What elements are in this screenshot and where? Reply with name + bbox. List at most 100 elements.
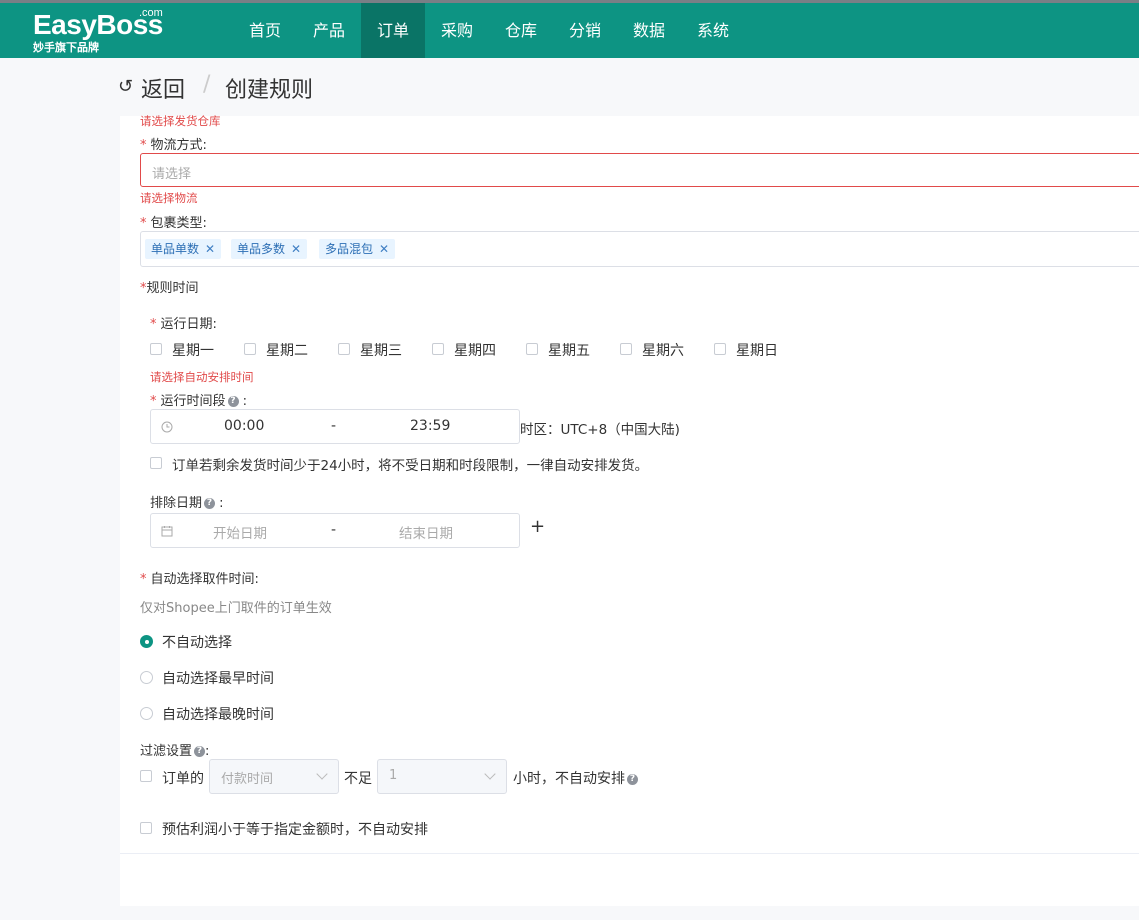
start-date-placeholder[interactable]: 开始日期 xyxy=(213,522,267,542)
time-start[interactable]: 00:00 xyxy=(224,418,264,434)
earliest-time-label: 自动选择最早时间 xyxy=(162,671,274,687)
top-navbar: EasyBoss .com 妙手旗下品牌 首页 产品 订单 采购 仓库 分销 数… xyxy=(0,3,1139,58)
back-arrow-icon[interactable]: ↺ xyxy=(118,76,133,97)
required-mark: * xyxy=(140,572,147,587)
page-title: 创建规则 xyxy=(225,78,314,103)
time-end[interactable]: 23:59 xyxy=(410,418,450,434)
checkbox-wednesday[interactable] xyxy=(338,343,350,355)
logo-subtitle: 妙手旗下品牌 xyxy=(33,41,99,54)
tuesday-label: 星期二 xyxy=(266,343,308,359)
calendar-icon xyxy=(161,526,173,537)
filter-suffix-text: 小时，不自动安排 xyxy=(513,771,625,787)
nav-products[interactable]: 产品 xyxy=(297,3,361,58)
rule-time-label: *规则时间 xyxy=(140,277,199,296)
back-link[interactable]: 返回 xyxy=(141,72,185,104)
exclude-date-label: 排除日期? : xyxy=(150,492,224,511)
tag-label: 单品多数 xyxy=(237,242,286,256)
run-date-error: 请选择自动安排时间 xyxy=(150,370,254,384)
easyboss-logo[interactable]: EasyBoss .com 妙手旗下品牌 xyxy=(33,7,163,55)
checkbox-thursday[interactable] xyxy=(432,343,444,355)
tag-multi-item-mixed: 多品混包 ✕ xyxy=(319,239,396,259)
add-exclude-date-button[interactable]: + xyxy=(530,516,545,537)
footer-bar xyxy=(120,854,1139,906)
checkbox-tuesday[interactable] xyxy=(244,343,256,355)
footer-gap xyxy=(120,906,1139,920)
nav-purchase[interactable]: 采购 xyxy=(425,3,489,58)
time-range-dash: - xyxy=(331,418,337,434)
filter-hours-select[interactable]: 1 xyxy=(377,759,507,794)
warehouse-error: 请选择发货仓库 xyxy=(140,114,221,128)
friday-label: 星期五 xyxy=(548,343,590,359)
chevron-down-icon xyxy=(484,768,496,780)
logistics-select[interactable] xyxy=(140,153,1139,187)
checkbox-monday[interactable] xyxy=(150,343,162,355)
nav-home[interactable]: 首页 xyxy=(233,3,297,58)
tag-close-icon[interactable]: ✕ xyxy=(205,242,215,256)
nav-data[interactable]: 数据 xyxy=(617,3,681,58)
colon: : xyxy=(205,744,210,759)
filter-suffix: 小时，不自动安排? xyxy=(513,768,638,788)
tag-close-icon[interactable]: ✕ xyxy=(291,242,301,256)
pickup-time-label-text: 自动选择取件时间: xyxy=(150,572,259,587)
logo-com: .com xyxy=(139,7,163,19)
tag-single-item-multi-qty: 单品多数 ✕ xyxy=(231,239,308,259)
tag-label: 单品单数 xyxy=(151,242,200,256)
nav-distribution[interactable]: 分销 xyxy=(553,3,617,58)
rule-time-label-text: 规则时间 xyxy=(146,281,199,296)
logistics-label-text: 物流方式: xyxy=(150,138,207,153)
pickup-time-label: * 自动选择取件时间: xyxy=(140,568,259,587)
checkbox-profit[interactable] xyxy=(140,822,152,834)
required-mark: * xyxy=(140,216,147,231)
chevron-down-icon xyxy=(316,768,328,780)
colon: : xyxy=(242,394,248,409)
filter-settings-label: 过滤设置?: xyxy=(140,740,209,759)
checkbox-filter-order[interactable] xyxy=(140,770,152,782)
tag-close-icon[interactable]: ✕ xyxy=(379,242,389,256)
radio-earliest-time[interactable] xyxy=(140,671,153,684)
checkbox-under-24h[interactable] xyxy=(150,457,162,469)
filter-time-field-select[interactable]: 付款时间 xyxy=(209,759,339,794)
filter-hours-value: 1 xyxy=(389,768,398,783)
help-icon[interactable]: ? xyxy=(627,773,638,785)
package-type-label: * 包裹类型: xyxy=(140,212,207,231)
breadcrumb-separator: / xyxy=(203,72,211,97)
logistics-error: 请选择物流 xyxy=(140,191,198,205)
required-mark: * xyxy=(140,138,147,153)
radio-latest-time[interactable] xyxy=(140,707,153,720)
help-icon[interactable]: ? xyxy=(227,396,239,407)
radio-no-auto-select[interactable] xyxy=(140,635,153,648)
sunday-label: 星期日 xyxy=(736,343,778,359)
checkbox-sunday[interactable] xyxy=(714,343,726,355)
monday-label: 星期一 xyxy=(172,343,214,359)
tag-label: 多品混包 xyxy=(325,242,374,256)
under-24h-label: 订单若剩余发货时间少于24小时，将不受日期和时段限制，一律自动安排发货。 xyxy=(172,458,649,474)
filter-settings-label-text: 过滤设置 xyxy=(140,744,193,759)
left-margin xyxy=(0,58,120,920)
timezone-text: 时区：UTC+8（中国大陆) xyxy=(520,422,680,438)
help-icon[interactable]: ? xyxy=(194,746,206,757)
checkbox-friday[interactable] xyxy=(526,343,538,355)
end-date-placeholder[interactable]: 结束日期 xyxy=(399,522,453,542)
saturday-label: 星期六 xyxy=(642,343,684,359)
filter-order-prefix: 订单的 xyxy=(162,771,204,787)
pickup-hint: 仅对Shopee上门取件的订单生效 xyxy=(140,601,332,616)
nav-orders[interactable]: 订单 xyxy=(361,3,425,58)
logistics-placeholder: 请选择 xyxy=(152,167,192,182)
date-range-dash: - xyxy=(331,522,337,538)
tag-single-item-single-qty: 单品单数 ✕ xyxy=(145,239,222,259)
filter-mid-text: 不足 xyxy=(344,771,372,787)
wednesday-label: 星期三 xyxy=(360,343,402,359)
required-mark: * xyxy=(150,394,157,409)
colon: : xyxy=(219,496,224,511)
help-icon[interactable]: ? xyxy=(204,498,216,509)
nav-system[interactable]: 系统 xyxy=(681,3,745,58)
no-auto-select-label: 不自动选择 xyxy=(162,635,232,651)
run-date-label: * 运行日期: xyxy=(150,313,217,332)
nav-warehouse[interactable]: 仓库 xyxy=(489,3,553,58)
required-mark: * xyxy=(150,317,157,332)
checkbox-saturday[interactable] xyxy=(620,343,632,355)
profit-label: 预估利润小于等于指定金额时，不自动安排 xyxy=(162,822,428,838)
exclude-date-label-text: 排除日期 xyxy=(150,496,203,511)
thursday-label: 星期四 xyxy=(454,343,496,359)
logistics-label: * 物流方式: xyxy=(140,134,207,153)
